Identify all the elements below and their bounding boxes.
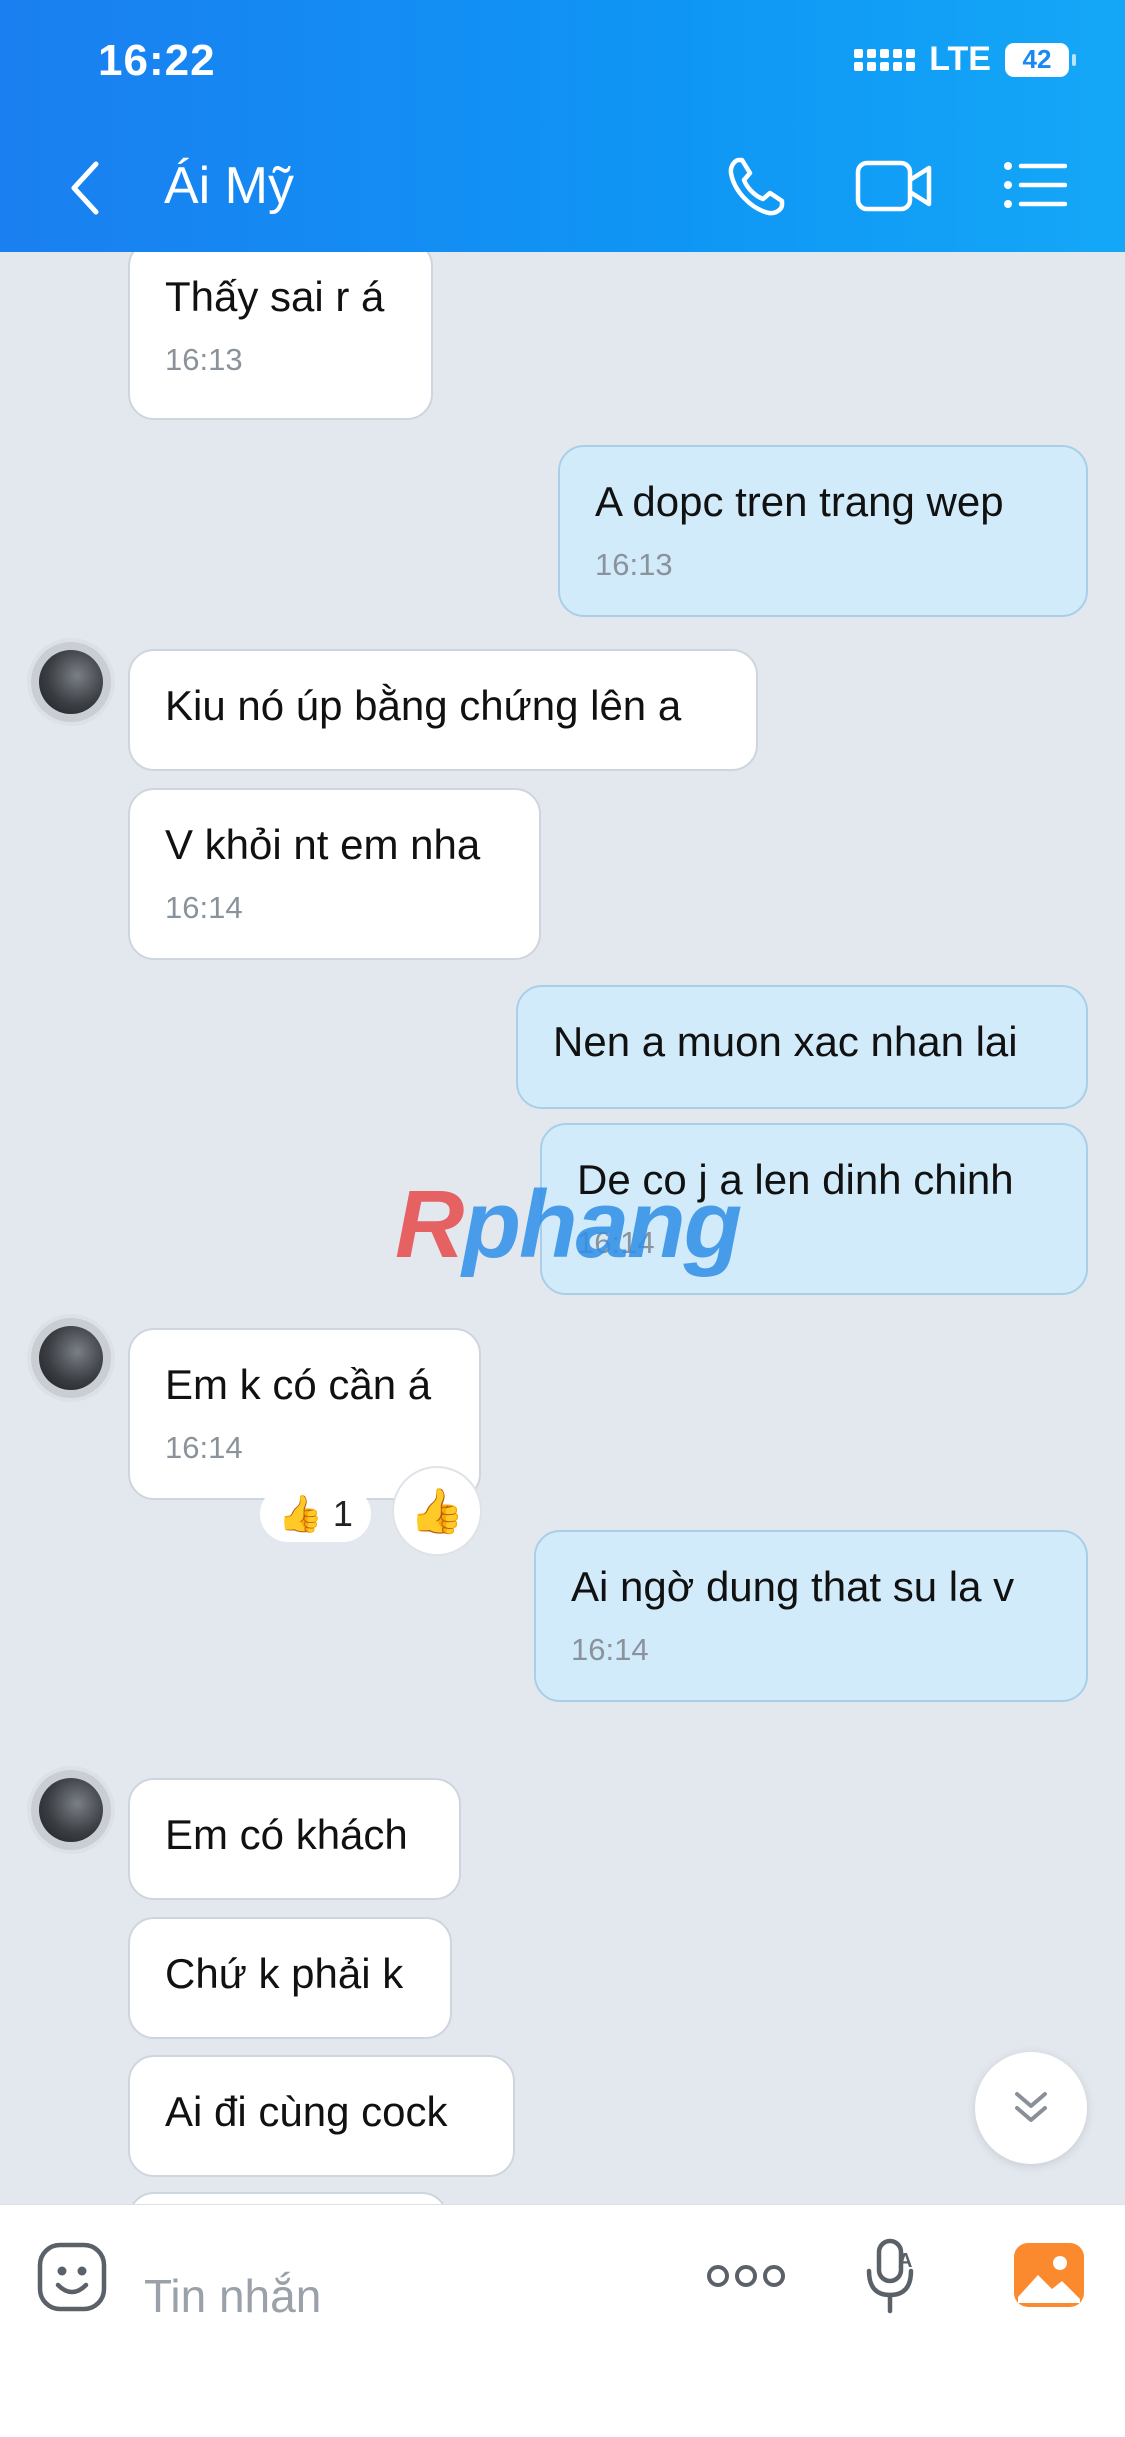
message-time: 16:14: [165, 890, 243, 925]
message-incoming[interactable]: Thấy sai r á 16:13: [128, 252, 433, 420]
avatar[interactable]: [27, 638, 115, 726]
message-time: 16:13: [165, 342, 243, 377]
double-chevron-down-icon: [1015, 2092, 1047, 2122]
contact-name[interactable]: Ái Mỹ: [164, 156, 294, 216]
message-text: Nen a muon xac nhan lai: [553, 1018, 1018, 1065]
avatar[interactable]: [27, 1314, 115, 1402]
message-text: Thấy sai r á: [165, 273, 385, 320]
battery-icon: 42: [1005, 42, 1076, 77]
message-text: Ai ngờ dung that su la v: [571, 1563, 1015, 1610]
network-type: LTE: [929, 40, 991, 78]
reaction-summary[interactable]: 👍 1: [260, 1486, 371, 1542]
svg-text:A: A: [898, 2250, 912, 2272]
thumbs-up-icon: 👍: [278, 1493, 323, 1534]
message-outgoing[interactable]: Ai ngờ dung that su la v 16:14: [534, 1530, 1088, 1702]
emoji-face-icon[interactable]: [36, 2241, 108, 2318]
message-text: Em có khách: [165, 1811, 408, 1858]
message-time: 16:14: [165, 1430, 243, 1465]
video-camera-icon[interactable]: [855, 158, 933, 219]
message-time: 16:13: [595, 547, 673, 582]
avatar[interactable]: [27, 1766, 115, 1854]
message-composer: A: [0, 2204, 1125, 2437]
chevron-left-icon[interactable]: [62, 158, 112, 218]
reaction-count: 1: [332, 1493, 353, 1534]
message-incoming[interactable]: Chứ k phải k: [128, 1917, 452, 2039]
message-incoming-partial[interactable]: [128, 2192, 448, 2204]
phone-icon[interactable]: [725, 155, 787, 224]
message-text: Ai đi cùng cock: [165, 2088, 448, 2135]
message-input[interactable]: [142, 2245, 666, 2347]
message-incoming[interactable]: Ai đi cùng cock: [128, 2055, 515, 2177]
message-text: Chứ k phải k: [165, 1950, 404, 1997]
message-text: V khỏi nt em nha: [165, 821, 481, 868]
more-dots-icon[interactable]: [706, 2261, 786, 2296]
message-text: Kiu nó úp bằng chứng lên a: [165, 682, 682, 729]
message-incoming[interactable]: Em có khách: [128, 1778, 461, 1900]
status-indicators: LTE 42: [854, 40, 1076, 79]
message-text: A dopc tren trang wep: [595, 478, 1004, 525]
message-time: 16:14: [571, 1632, 649, 1667]
message-outgoing[interactable]: A dopc tren trang wep 16:13: [558, 445, 1088, 617]
message-incoming[interactable]: V khỏi nt em nha 16:14: [128, 788, 541, 960]
signal-icon: [854, 48, 916, 71]
message-text: Em k có cần á: [165, 1361, 432, 1408]
list-menu-icon[interactable]: [1003, 160, 1068, 215]
scroll-to-bottom-button[interactable]: [975, 2052, 1087, 2164]
message-outgoing[interactable]: Nen a muon xac nhan lai: [516, 985, 1088, 1109]
battery-level: 42: [1022, 44, 1052, 74]
chat-header: 16:22 LTE 42 Ái Mỹ: [0, 0, 1125, 252]
image-gallery-icon[interactable]: [1012, 2241, 1086, 2314]
microphone-icon[interactable]: A: [862, 2235, 918, 2322]
thumbs-up-icon: 👍: [409, 1487, 465, 1536]
message-incoming[interactable]: Kiu nó úp bằng chứng lên a: [128, 649, 758, 771]
react-thumbs-up-button[interactable]: 👍: [392, 1466, 482, 1556]
status-time: 16:22: [98, 36, 216, 85]
watermark-logo: Rphang: [395, 1171, 742, 1278]
